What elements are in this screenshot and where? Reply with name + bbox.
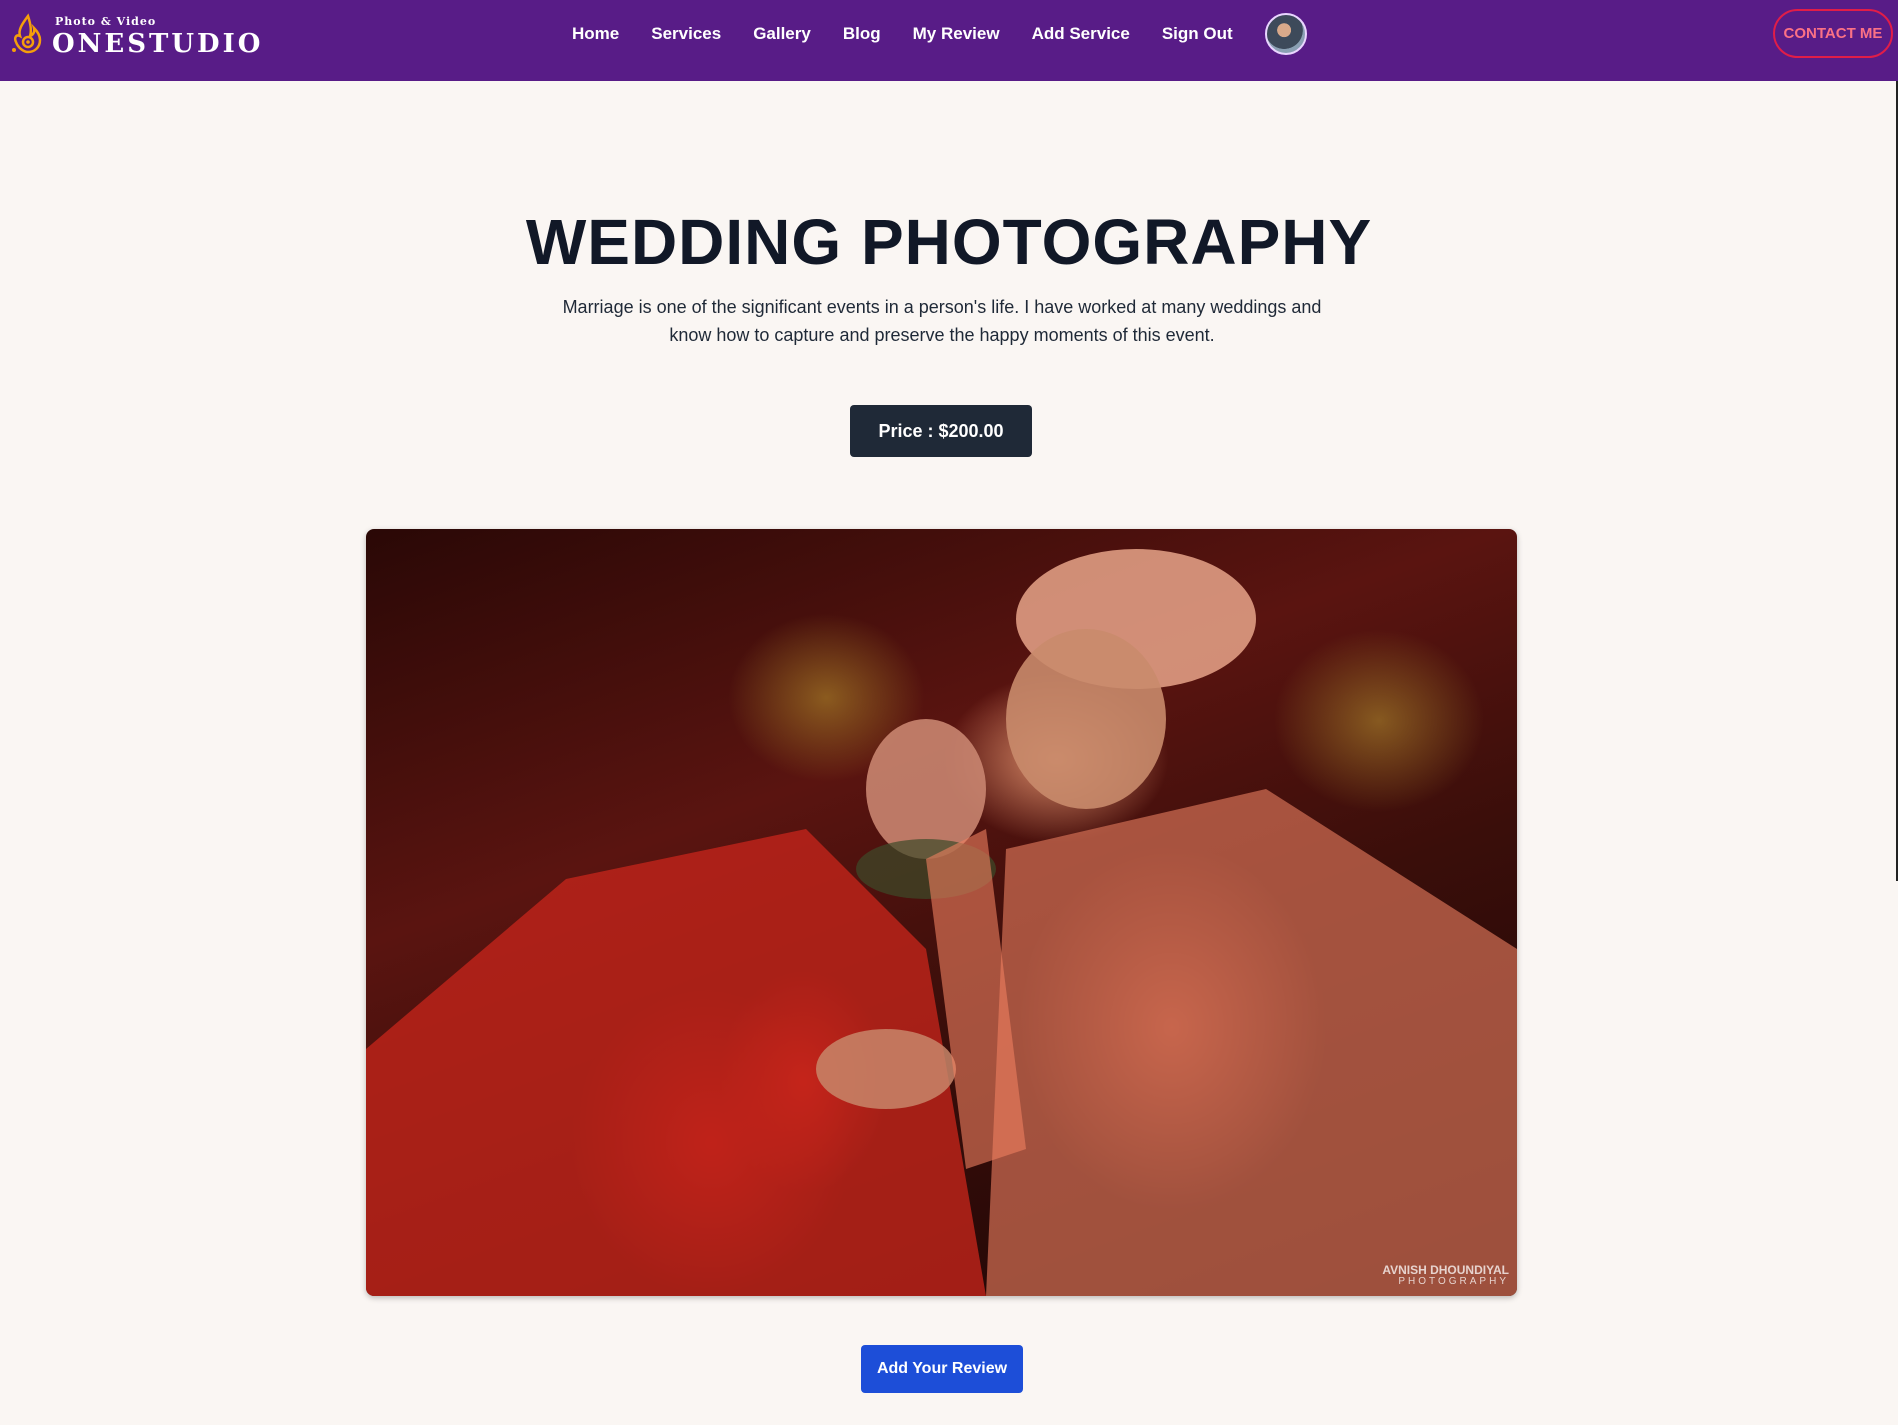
- brand-tagline: Photo & Video: [55, 14, 157, 28]
- watermark-line-2: PHOTOGRAPHY: [1398, 1276, 1509, 1287]
- user-avatar[interactable]: [1264, 12, 1307, 55]
- nav-item-home[interactable]: Home: [572, 24, 619, 44]
- price-button[interactable]: Price : $200.00: [850, 405, 1032, 457]
- service-title: WEDDING PHOTOGRAPHY: [525, 206, 1373, 278]
- nav-item-add-service[interactable]: Add Service: [1032, 24, 1130, 44]
- wedding-photo-illustration: [366, 549, 1517, 1296]
- nav-item-gallery[interactable]: Gallery: [753, 24, 811, 44]
- nav-item-sign-out[interactable]: Sign Out: [1162, 24, 1233, 44]
- service-image: AVNISH DHOUNDIYAL PHOTOGRAPHY: [366, 529, 1517, 1296]
- navbar: Photo & Video ONESTUDIO Home Services Ga…: [0, 0, 1898, 81]
- nav-item-my-review[interactable]: My Review: [913, 24, 1000, 44]
- service-description: Marriage is one of the significant event…: [562, 297, 1322, 345]
- add-review-button[interactable]: Add Your Review: [861, 1345, 1023, 1393]
- nav-item-services[interactable]: Services: [651, 24, 721, 44]
- contact-me-button[interactable]: CONTACT ME: [1773, 9, 1893, 58]
- main-nav: Home Services Gallery Blog My Review Add…: [572, 0, 1307, 67]
- brand-name: ONESTUDIO: [52, 28, 264, 59]
- nav-item-blog[interactable]: Blog: [843, 24, 881, 44]
- camera-flame-logo-icon: [12, 13, 42, 54]
- photo-watermark: AVNISH DHOUNDIYAL PHOTOGRAPHY: [1382, 1264, 1509, 1288]
- brand-logo[interactable]: Photo & Video ONESTUDIO: [8, 12, 263, 60]
- watermark-line-1: AVNISH DHOUNDIYAL: [1382, 1263, 1509, 1277]
